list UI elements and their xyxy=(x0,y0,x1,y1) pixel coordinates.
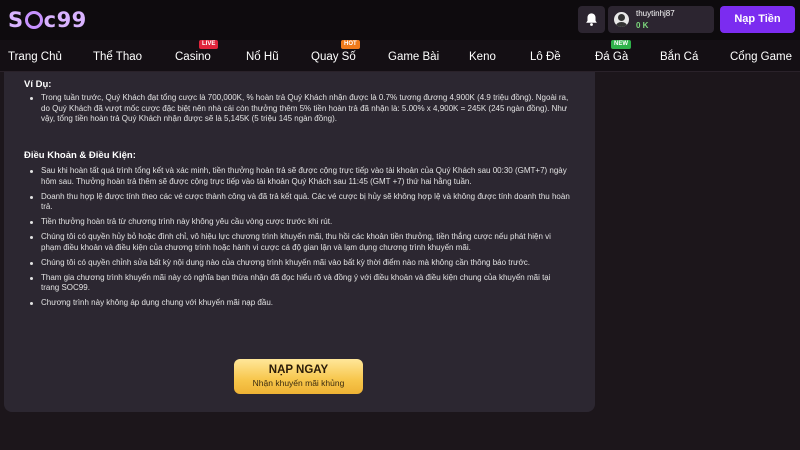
example-list: Trong tuần trước, Quý Khách đạt tổng cượ… xyxy=(30,93,570,129)
list-item: Chúng tôi có quyền hủy bỏ hoặc đình chỉ,… xyxy=(30,232,570,253)
terms-list: Sau khi hoàn tất quá trình tổng kết và x… xyxy=(30,166,570,313)
terms-title: Điều Khoản & Điều Kiện: xyxy=(24,150,136,161)
nav-item-card-games[interactable]: Game Bài xyxy=(388,40,439,72)
main-nav: Trang Chủ Thể Thao Casino LIVE Nổ Hũ Qua… xyxy=(0,40,800,72)
user-avatar-icon xyxy=(614,12,629,27)
list-item: Trong tuần trước, Quý Khách đạt tổng cượ… xyxy=(30,93,570,125)
cta-subtitle: Nhận khuyến mãi khủng xyxy=(252,378,345,388)
nav-item-sports[interactable]: Thể Thao xyxy=(93,40,142,72)
nav-item-game-portal[interactable]: Cổng Game xyxy=(730,40,792,72)
list-item: Chúng tôi có quyền chỉnh sửa bất kỳ nội … xyxy=(30,258,570,269)
nav-item-home[interactable]: Trang Chủ xyxy=(8,40,62,72)
nav-item-slots[interactable]: Nổ Hũ xyxy=(246,40,279,72)
bell-icon xyxy=(586,13,597,26)
nav-item-fishing[interactable]: Bắn Cá xyxy=(660,40,698,72)
cta-title: NẠP NGAY xyxy=(268,364,329,376)
top-bar: Sc99 thuytinhj87 0 K Nạp Tiền xyxy=(0,0,800,40)
account-balance: 0 K xyxy=(636,21,649,30)
hot-badge: HOT xyxy=(341,40,360,49)
live-badge: LIVE xyxy=(199,40,219,49)
list-item: Sau khi hoàn tất quá trình tổng kết và x… xyxy=(30,166,570,187)
user-account-box[interactable]: thuytinhj87 0 K xyxy=(608,6,714,33)
deposit-button[interactable]: Nạp Tiền xyxy=(720,6,795,33)
nav-item-lode[interactable]: Lô Đề xyxy=(530,40,561,72)
list-item: Chương trình này không áp dụng chung với… xyxy=(30,298,570,309)
nav-item-keno[interactable]: Keno xyxy=(469,40,496,72)
site-logo[interactable]: Sc99 xyxy=(8,8,87,32)
username: thuytinhj87 xyxy=(636,9,675,18)
new-badge: NEW xyxy=(611,40,631,49)
deposit-now-button[interactable]: NẠP NGAY Nhận khuyến mãi khủng xyxy=(234,359,363,394)
list-item: Tham gia chương trình khuyến mãi này có … xyxy=(30,273,570,294)
notification-button[interactable] xyxy=(578,6,605,33)
list-item: Doanh thu hợp lệ được tính theo các vé c… xyxy=(30,192,570,213)
example-title: Ví Dụ: xyxy=(24,79,52,90)
list-item: Tiền thưởng hoàn trả từ chương trình này… xyxy=(30,217,570,228)
